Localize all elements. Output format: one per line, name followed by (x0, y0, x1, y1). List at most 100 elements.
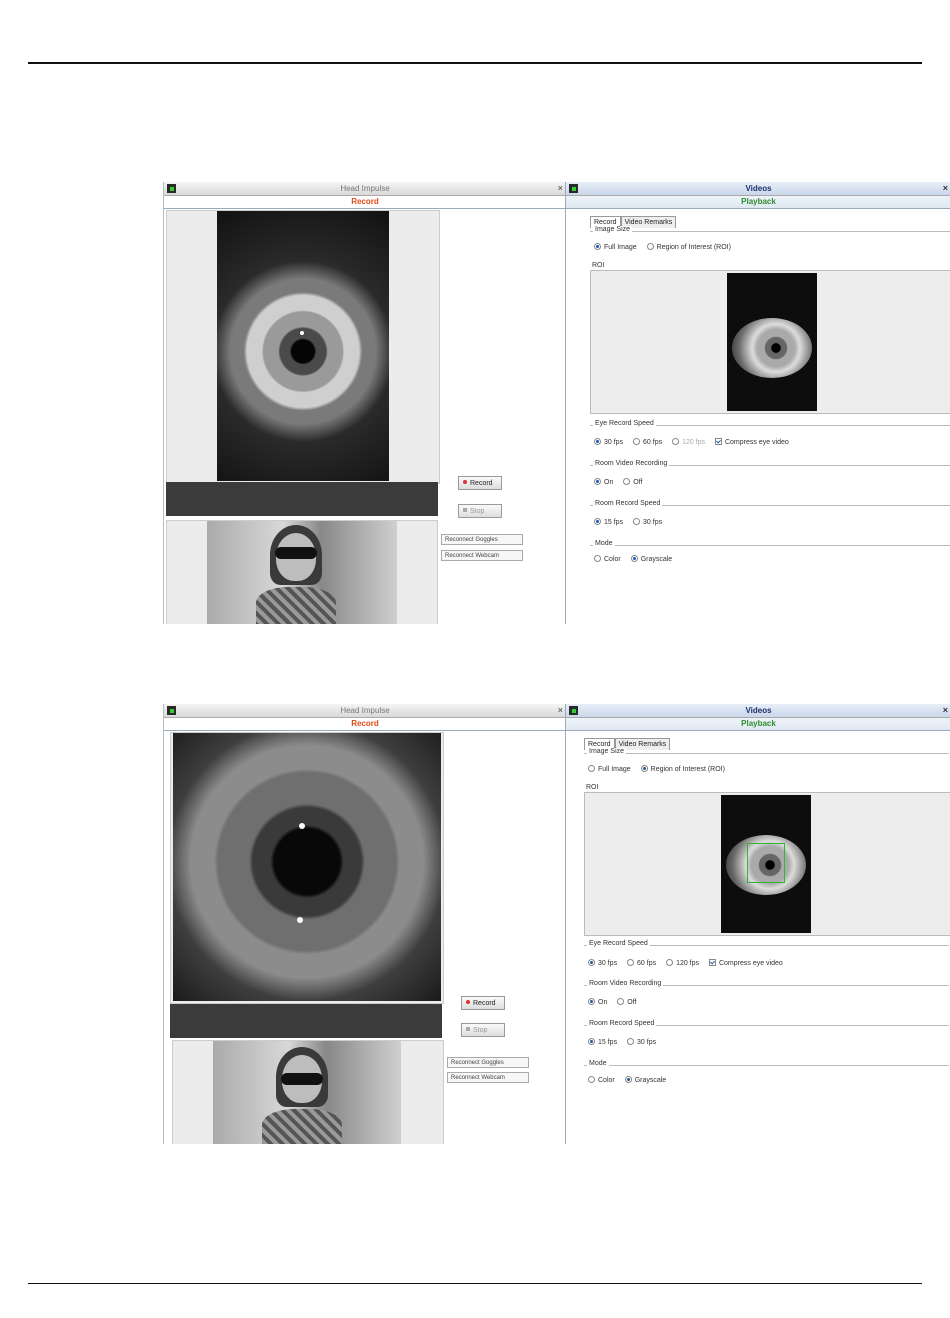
room-30fps-option[interactable]: 30 fps (627, 1038, 656, 1046)
room-record-speed-group: Room Record Speed 15 fps 30 fps (590, 500, 950, 536)
head-impulse-titlebar: Head Impulse × (164, 182, 566, 196)
settings-tabs: Record Video Remarks (590, 211, 677, 228)
option-label: 30 fps (598, 959, 618, 967)
checkbox-label: Compress eye video (718, 959, 783, 967)
radio-row: 15 fps 30 fps (588, 1038, 664, 1046)
radio-icon (672, 438, 680, 445)
mode-grayscale-option[interactable]: Grayscale (630, 555, 672, 563)
record-button[interactable]: Record (458, 476, 502, 490)
mode-group: Mode Color Grayscale (590, 540, 950, 576)
option-label: Full Image (598, 765, 631, 773)
eye-video-image (173, 733, 441, 1001)
screenshot-roi: Head Impulse × Record Record Stop Reconn… (163, 704, 950, 1144)
radio-row: 30 fps 60 fps 120 fps Compress eye video (594, 438, 797, 446)
full-image-option[interactable]: Full Image (588, 765, 631, 773)
room-30fps-option[interactable]: 30 fps (633, 518, 662, 526)
close-icon[interactable]: × (943, 182, 948, 195)
group-legend: Eye Record Speed (593, 420, 656, 427)
eye-120fps-option[interactable]: 120 fps (666, 959, 699, 967)
group-legend: Room Video Recording (593, 460, 670, 467)
group-legend: Image Size (593, 226, 633, 233)
stop-button[interactable]: Stop (461, 1023, 505, 1037)
reconnect-goggles-button[interactable]: Reconnect Goggles (447, 1057, 529, 1068)
reconnect-webcam-button[interactable]: Reconnect Webcam (447, 1072, 529, 1083)
close-icon[interactable]: × (558, 182, 563, 195)
record-tab[interactable]: Record (164, 718, 566, 731)
image-size-group: Image Size Full Image Region of Interest… (590, 226, 950, 269)
mode-grayscale-option[interactable]: Grayscale (624, 1076, 666, 1084)
radio-icon (594, 518, 601, 525)
playback-tab[interactable]: Playback (566, 196, 950, 209)
room-15fps-option[interactable]: 15 fps (594, 518, 623, 526)
radio-icon (588, 998, 595, 1005)
record-tab[interactable]: Record (164, 196, 566, 209)
radio-icon (633, 438, 641, 445)
room-15fps-option[interactable]: 15 fps (588, 1038, 617, 1046)
room-record-speed-group: Room Record Speed 15 fps 30 fps (584, 1020, 949, 1056)
option-label: Off (633, 478, 643, 486)
radio-icon (617, 998, 625, 1005)
compress-eye-video-checkbox[interactable]: Compress eye video (714, 438, 789, 446)
option-label: Color (604, 555, 621, 563)
eye-record-speed-group: Eye Record Speed 30 fps 60 fps 120 fps C… (584, 940, 949, 976)
room-video-recording-group: Room Video Recording On Off (590, 460, 950, 496)
eye-60fps-option[interactable]: 60 fps (633, 438, 662, 446)
videos-titlebar: Videos × (566, 704, 950, 718)
option-label: Color (598, 1076, 615, 1084)
eye-record-speed-group: Eye Record Speed 30 fps 60 fps 120 fps C… (590, 420, 950, 456)
record-icon (463, 480, 467, 484)
eye-30fps-option[interactable]: 30 fps (588, 959, 618, 967)
option-label: Off (627, 998, 637, 1006)
playback-tab[interactable]: Playback (566, 718, 950, 731)
footer-rule (28, 1283, 922, 1284)
mode-color-option[interactable]: Color (588, 1076, 615, 1084)
room-video-on-option[interactable]: On (594, 478, 613, 486)
reconnect-goggles-button[interactable]: Reconnect Goggles (441, 534, 523, 545)
radio-icon (594, 438, 601, 445)
person-body (256, 587, 336, 624)
goggles (281, 1073, 323, 1085)
head-impulse-titlebar: Head Impulse × (164, 704, 566, 718)
compress-eye-video-checkbox[interactable]: Compress eye video (708, 959, 783, 967)
room-video-on-option[interactable]: On (588, 998, 608, 1006)
eye-30fps-option[interactable]: 30 fps (594, 438, 623, 446)
videos-titlebar: Videos × (566, 182, 950, 196)
radio-row: Full Image Region of Interest (ROI) (594, 243, 739, 251)
roi-preview-image (727, 273, 817, 411)
roi-label: ROI (592, 262, 604, 269)
mode-color-option[interactable]: Color (594, 555, 621, 563)
roi-selection-box[interactable] (747, 843, 785, 883)
group-legend: Mode (587, 1060, 609, 1067)
eye-60fps-option[interactable]: 60 fps (627, 959, 656, 967)
radio-row: 30 fps 60 fps 120 fps Compress eye video (588, 959, 791, 967)
corneal-glint (299, 823, 305, 829)
radio-icon (666, 959, 674, 966)
room-video-off-option[interactable]: Off (623, 478, 643, 486)
webcam-image (213, 1041, 401, 1144)
roi-option[interactable]: Region of Interest (ROI) (646, 243, 731, 251)
header-rule (28, 62, 922, 64)
full-image-option[interactable]: Full Image (594, 243, 637, 251)
record-button[interactable]: Record (461, 996, 505, 1010)
option-label: Region of Interest (ROI) (656, 243, 731, 251)
option-label: On (598, 998, 608, 1006)
roi-option[interactable]: Region of Interest (ROI) (640, 765, 725, 773)
app-icon (569, 706, 578, 715)
radio-icon (588, 1076, 595, 1083)
panel-title: Head Impulse (340, 706, 390, 715)
radio-icon (588, 1038, 595, 1045)
group-legend: Room Record Speed (593, 500, 663, 507)
goggles (275, 547, 317, 559)
reconnect-webcam-button[interactable]: Reconnect Webcam (441, 550, 523, 561)
eye-120fps-option[interactable]: 120 fps (672, 438, 705, 446)
checkbox-icon (708, 959, 716, 966)
group-legend: Mode (593, 540, 615, 547)
close-icon[interactable]: × (558, 704, 563, 717)
roi-eye (732, 318, 812, 378)
webcam-image (207, 521, 397, 624)
room-video-off-option[interactable]: Off (617, 998, 637, 1006)
close-icon[interactable]: × (943, 704, 948, 717)
checkbox-icon (714, 438, 722, 445)
record-icon (466, 1000, 470, 1004)
stop-button[interactable]: Stop (458, 504, 502, 518)
